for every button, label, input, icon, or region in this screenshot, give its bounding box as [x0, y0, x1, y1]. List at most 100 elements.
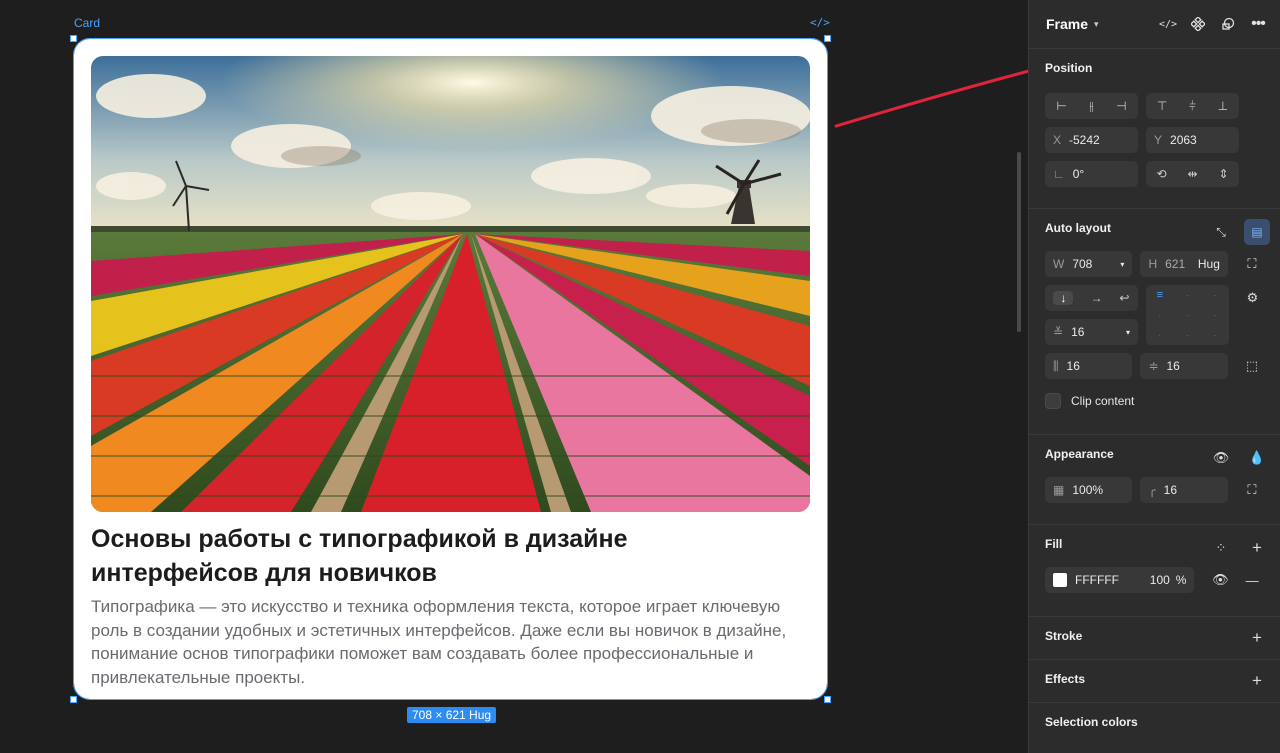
- x-position-field[interactable]: X -5242: [1045, 127, 1138, 153]
- vertical-padding-value[interactable]: 16: [1167, 359, 1180, 373]
- styles-icon[interactable]: ⁘: [1208, 535, 1234, 561]
- rotation-field[interactable]: ∟ 0°: [1045, 161, 1138, 187]
- alignment-dot[interactable]: ·: [1214, 311, 1217, 320]
- properties-panel: Frame ▾ </> ••• Position ⊢ ⫲ ⊣ ⊤ ⫩ ⊥ X -…: [1028, 0, 1280, 753]
- component-icon[interactable]: [1188, 14, 1208, 34]
- horizontal-padding-value[interactable]: 16: [1067, 359, 1080, 373]
- opacity-value[interactable]: 100%: [1072, 483, 1103, 497]
- alignment-dot[interactable]: ·: [1158, 311, 1161, 320]
- eye-icon[interactable]: 👁: [1208, 445, 1234, 471]
- align-middle-icon[interactable]: ⫩: [1189, 99, 1196, 114]
- height-label: H: [1148, 257, 1158, 271]
- width-field[interactable]: W 708 ▾: [1045, 251, 1133, 277]
- chevron-down-icon[interactable]: ▾: [1120, 260, 1124, 269]
- alignment-dot[interactable]: ·: [1186, 331, 1189, 340]
- horizontal-padding-field[interactable]: ⫼ 16: [1045, 353, 1133, 379]
- y-label: Y: [1154, 133, 1163, 147]
- gap-field[interactable]: ≚ 16 ▾: [1045, 319, 1138, 345]
- alignment-grid[interactable]: ≡ · · · · · · · ·: [1146, 285, 1229, 345]
- height-value[interactable]: 621: [1165, 257, 1185, 271]
- x-label: X: [1053, 133, 1062, 147]
- alignment-dot[interactable]: ·: [1186, 291, 1189, 300]
- resize-handle-bottom-right[interactable]: [824, 696, 831, 703]
- card-frame[interactable]: Основы работы с типографикой в дизайне и…: [70, 35, 831, 703]
- tulip-field-image[interactable]: [91, 56, 810, 512]
- clip-content-label: Clip content: [1071, 394, 1135, 408]
- corner-radius-field[interactable]: ╭ 16: [1140, 477, 1228, 503]
- rotation-icon: ∟: [1053, 167, 1065, 181]
- frame-name-label[interactable]: Card: [74, 16, 100, 30]
- collapse-icon[interactable]: ⤡: [1208, 219, 1234, 245]
- code-icon[interactable]: </>: [1158, 14, 1178, 34]
- alignment-top-left-icon[interactable]: ≡: [1157, 289, 1163, 301]
- horizontal-align-group[interactable]: ⊢ ⫲ ⊣: [1045, 93, 1138, 119]
- alignment-dot[interactable]: ·: [1214, 291, 1217, 300]
- direction-group[interactable]: ↓ → ↩: [1045, 285, 1138, 311]
- independent-corners-icon[interactable]: ⛶: [1240, 477, 1264, 503]
- clip-content-checkbox[interactable]: [1045, 393, 1061, 409]
- height-mode[interactable]: Hug: [1198, 257, 1220, 271]
- canvas[interactable]: Card </> Основы работы с типографикой в …: [0, 0, 1028, 753]
- selection-colors-title: Selection colors: [1045, 715, 1138, 729]
- height-field[interactable]: H 621 Hug: [1140, 251, 1228, 277]
- frame-type-dropdown[interactable]: Frame: [1046, 16, 1088, 32]
- stroke-title: Stroke: [1045, 629, 1083, 643]
- color-swatch[interactable]: [1053, 573, 1067, 587]
- code-icon[interactable]: </>: [810, 16, 830, 29]
- alignment-dot[interactable]: ·: [1214, 331, 1217, 340]
- add-fill-icon[interactable]: +: [1244, 535, 1270, 561]
- arrow-right-icon[interactable]: →: [1090, 291, 1102, 305]
- align-top-icon[interactable]: ⊤: [1157, 99, 1167, 113]
- card-description[interactable]: Типографика — это искусство и техника оф…: [91, 595, 791, 689]
- card-title[interactable]: Основы работы с типографикой в дизайне и…: [91, 522, 691, 590]
- effects-title: Effects: [1045, 672, 1086, 686]
- auto-layout-section: Auto layout ⤡ ▤ W 708 ▾ H 621 Hug ⛶ ↓ →: [1029, 208, 1280, 434]
- y-value[interactable]: 2063: [1170, 133, 1197, 147]
- canvas-scrollbar[interactable]: [1017, 152, 1021, 332]
- layout-settings-icon[interactable]: ⚙: [1241, 285, 1264, 311]
- blend-mode-icon[interactable]: 💧: [1244, 445, 1270, 471]
- arrow-down-icon[interactable]: ↓: [1053, 291, 1074, 305]
- width-value[interactable]: 708: [1072, 257, 1092, 271]
- y-position-field[interactable]: Y 2063: [1146, 127, 1239, 153]
- transform-group[interactable]: ⟲ ⇹ ⇕: [1146, 161, 1239, 187]
- corner-radius-value[interactable]: 16: [1164, 483, 1177, 497]
- tulip-field-illustration: [91, 56, 810, 512]
- align-left-icon[interactable]: ⊢: [1056, 99, 1066, 113]
- flip-horizontal-icon[interactable]: ⇹: [1187, 167, 1197, 181]
- align-bottom-icon[interactable]: ⊥: [1218, 99, 1228, 113]
- alignment-dot[interactable]: ·: [1186, 311, 1189, 320]
- chevron-down-icon[interactable]: ▾: [1094, 19, 1099, 30]
- auto-layout-toggle-icon[interactable]: ▤: [1244, 219, 1270, 245]
- resize-handle-top-right[interactable]: [824, 35, 831, 42]
- more-options-icon[interactable]: •••: [1248, 14, 1268, 34]
- add-effect-icon[interactable]: +: [1244, 668, 1270, 694]
- eye-icon[interactable]: 👁: [1208, 567, 1232, 593]
- individual-padding-icon[interactable]: ⬚: [1240, 353, 1264, 379]
- fill-color-field[interactable]: FFFFFF 100 %: [1045, 567, 1195, 593]
- rotate-icon[interactable]: ⟲: [1156, 167, 1166, 181]
- remove-fill-icon[interactable]: —: [1240, 567, 1264, 593]
- mask-icon[interactable]: [1218, 14, 1238, 34]
- gap-value[interactable]: 16: [1071, 325, 1084, 339]
- alignment-dot[interactable]: ·: [1158, 331, 1161, 340]
- chevron-down-icon[interactable]: ▾: [1126, 328, 1130, 337]
- fill-opacity-value[interactable]: 100: [1150, 573, 1170, 587]
- x-value[interactable]: -5242: [1069, 133, 1100, 147]
- flip-vertical-icon[interactable]: ⇕: [1218, 167, 1228, 181]
- vertical-padding-field[interactable]: ≑ 16: [1140, 353, 1228, 379]
- rotation-value[interactable]: 0°: [1073, 167, 1084, 181]
- horizontal-padding-icon: ⫼: [1053, 358, 1059, 373]
- resize-handle-top-left[interactable]: [70, 35, 77, 42]
- resize-to-fit-icon[interactable]: ⛶: [1240, 251, 1264, 277]
- vertical-align-group[interactable]: ⊤ ⫩ ⊥: [1146, 93, 1239, 119]
- position-section: Position ⊢ ⫲ ⊣ ⊤ ⫩ ⊥ X -5242 Y 2063 ∟ 0°…: [1029, 48, 1280, 208]
- corner-radius-icon: ╭: [1148, 483, 1156, 497]
- align-center-h-icon[interactable]: ⫲: [1090, 99, 1094, 114]
- add-stroke-icon[interactable]: +: [1244, 625, 1270, 651]
- resize-handle-bottom-left[interactable]: [70, 696, 77, 703]
- align-right-icon[interactable]: ⊣: [1116, 99, 1126, 113]
- fill-hex-value[interactable]: FFFFFF: [1075, 573, 1119, 587]
- opacity-field[interactable]: ▦ 100%: [1045, 477, 1133, 503]
- wrap-icon[interactable]: ↩: [1119, 291, 1129, 305]
